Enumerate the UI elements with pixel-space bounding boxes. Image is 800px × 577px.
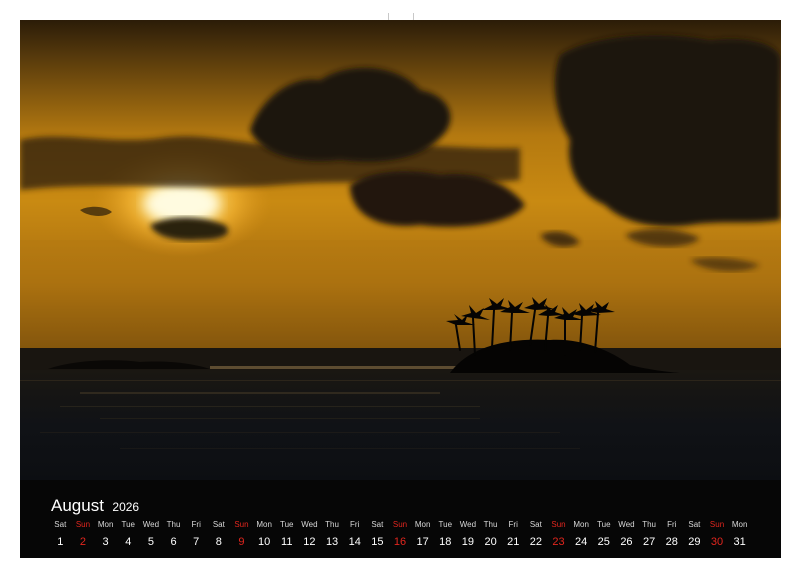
day-name: Thu [166, 520, 181, 529]
day-name: Tue [121, 520, 136, 529]
day-cell: Tue 11 [276, 520, 298, 549]
day-cell: Fri 28 [661, 520, 683, 549]
day-cell: Sun 23 [548, 520, 570, 549]
day-name: Thu [325, 520, 339, 529]
day-name: Tue [438, 520, 453, 529]
day-cell: Thu 13 [321, 520, 343, 549]
day-cell: Fri 7 [185, 520, 207, 549]
day-cell: Wed 19 [457, 520, 479, 549]
day-number: 3 [102, 536, 109, 548]
day-name: Sat [529, 520, 542, 529]
day-name: Mon [414, 520, 431, 529]
day-number: 21 [507, 536, 520, 548]
day-name: Sun [392, 520, 408, 529]
day-number: 16 [393, 536, 407, 548]
day-cell: Mon 17 [412, 520, 434, 549]
day-cell: Sat 8 [208, 520, 230, 549]
day-number: 15 [371, 536, 384, 548]
day-number: 2 [79, 536, 87, 548]
day-cell: Mon 31 [729, 520, 751, 549]
day-cell: Mon 24 [570, 520, 592, 549]
day-number: 17 [416, 536, 429, 548]
day-cell: Wed 5 [140, 520, 162, 549]
day-name: Sat [688, 520, 701, 529]
day-number: 1 [57, 536, 64, 548]
day-name: Tue [280, 520, 294, 529]
day-number: 20 [484, 536, 497, 548]
day-cell: Sat 22 [525, 520, 547, 549]
day-name: Wed [618, 520, 635, 529]
day-name: Sat [54, 520, 67, 529]
day-name: Fri [350, 520, 360, 529]
day-cell: Mon 10 [253, 520, 275, 549]
day-name: Mon [731, 520, 748, 529]
day-name: Wed [142, 520, 160, 529]
day-number: 14 [348, 536, 361, 548]
day-number: 26 [620, 536, 633, 548]
day-cell: Tue 18 [434, 520, 456, 549]
day-cell: Wed 12 [298, 520, 320, 549]
day-number: 27 [642, 536, 656, 548]
day-cell: Tue 25 [593, 520, 615, 549]
day-name: Fri [191, 520, 201, 529]
day-name: Sat [212, 520, 225, 529]
day-number: 12 [303, 536, 316, 548]
day-number: 25 [597, 536, 610, 548]
month-name: August [51, 496, 104, 515]
day-number: 29 [688, 536, 701, 548]
day-cell: Fri 14 [344, 520, 366, 549]
sunset-photo [20, 20, 781, 558]
day-cell: Tue 4 [117, 520, 139, 549]
day-number: 11 [281, 536, 293, 548]
day-name: Mon [573, 520, 589, 529]
year: 2026 [112, 500, 140, 514]
day-cell: Sun 30 [706, 520, 728, 549]
day-name: Sat [371, 520, 384, 529]
day-cell: Thu 20 [480, 520, 502, 549]
day-name: Tue [597, 520, 611, 529]
day-number: 8 [215, 536, 222, 548]
day-number: 30 [710, 536, 724, 548]
day-cell: Wed 26 [615, 520, 637, 549]
day-number: 24 [575, 536, 588, 548]
day-name: Mon [256, 520, 272, 529]
day-name: Fri [667, 520, 677, 529]
day-number: 7 [193, 536, 200, 548]
day-name: Sun [709, 520, 725, 529]
day-number: 9 [238, 536, 245, 548]
day-cell: Sat 1 [49, 520, 71, 549]
day-cell: Sat 29 [683, 520, 705, 549]
day-number: 5 [147, 536, 154, 548]
day-number: 6 [170, 536, 177, 548]
day-cell: Thu 27 [638, 520, 660, 549]
day-name: Sun [75, 520, 91, 529]
day-number: 22 [529, 536, 542, 548]
day-cell: Fri 21 [502, 520, 524, 549]
day-name: Wed [301, 520, 318, 529]
day-name: Thu [642, 520, 656, 529]
day-number: 23 [552, 536, 565, 548]
day-number: 10 [258, 536, 271, 548]
day-grid: Sat 1 Sun 2 Mon 3 Tue 4 Wed 5 Thu 6 Fri 7 Sat 8 Sun 9 Mon 1… [49, 520, 751, 550]
month-title: August 2026 [51, 496, 139, 516]
day-cell: Sun 16 [389, 520, 411, 549]
day-cell: Sat 15 [366, 520, 388, 549]
day-number: 28 [665, 536, 678, 548]
day-cell: Thu 6 [163, 520, 185, 549]
day-cell: Sun 9 [230, 520, 252, 549]
day-name: Sun [234, 520, 249, 529]
calendar-strip: August 2026 Sat 1 Sun 2 Mon 3 Tue 4 Wed 5 Thu 6 Fri 7… [20, 480, 781, 558]
day-cell: Mon 3 [95, 520, 117, 549]
day-name: Thu [483, 520, 498, 529]
day-cell: Sun 2 [72, 520, 94, 549]
day-name: Wed [459, 520, 477, 529]
day-name: Fri [508, 520, 518, 529]
day-name: Sun [551, 520, 566, 529]
day-number: 4 [125, 536, 132, 548]
day-number: 19 [461, 536, 475, 548]
day-name: Mon [97, 520, 114, 529]
day-number: 31 [733, 536, 746, 548]
day-number: 13 [325, 536, 339, 548]
day-number: 18 [439, 536, 452, 548]
